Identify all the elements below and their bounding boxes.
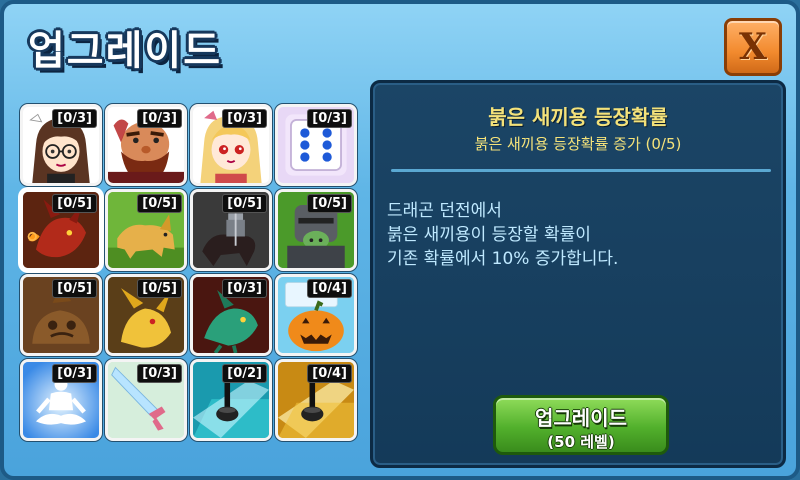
- upgrade-detail-panel: 붉은 새끼용 등장확률 붉은 새끼용 등장확률 증가 (0/5) 드래곤 던전에…: [370, 80, 786, 468]
- upgrade-count-badge: [0/3]: [137, 109, 182, 128]
- upgrade-count-badge: [0/5]: [137, 194, 182, 213]
- upgrade-button-level: (50 레벨): [547, 433, 615, 451]
- description-line: 붉은 새끼용이 등장할 확률이: [387, 225, 591, 245]
- upgrade-slot-mud-blob[interactable]: [0/5]: [20, 274, 102, 356]
- detail-description: 드래곤 던전에서 붉은 새끼용이 등장할 확률이 기존 확률에서 10% 증가합…: [387, 199, 777, 271]
- upgrade-count-badge: [0/3]: [52, 364, 97, 383]
- upgrade-count-badge: [0/5]: [52, 194, 97, 213]
- upgrade-slot-green-dragon[interactable]: [0/3]: [190, 274, 272, 356]
- title-bar: 업그레이드: [12, 12, 712, 76]
- upgrade-button-label: 업그레이드: [535, 406, 627, 430]
- upgrade-count-badge: [0/3]: [137, 364, 182, 383]
- upgrade-slot-girl-glasses[interactable]: [0/3]: [20, 104, 102, 186]
- upgrade-slot-dice[interactable]: [0/3]: [275, 104, 357, 186]
- upgrade-window: 업그레이드 X [0/3] [0/3] [0/3] [0/3] [0/5] [0…: [0, 0, 800, 480]
- upgrade-slot-pumpkin[interactable]: [0/4]: [275, 274, 357, 356]
- upgrade-slot-meditation[interactable]: [0/3]: [20, 359, 102, 441]
- upgrade-slot-cyan-lamp[interactable]: [0/2]: [190, 359, 272, 441]
- description-line: 드래곤 던전에서: [387, 201, 502, 221]
- upgrade-slot-bearded-man[interactable]: [0/3]: [105, 104, 187, 186]
- upgrade-count-badge: [0/5]: [307, 194, 352, 213]
- close-icon: X: [739, 26, 767, 68]
- upgrade-slot-golden-dragon[interactable]: [0/5]: [105, 274, 187, 356]
- upgrade-count-badge: [0/5]: [137, 279, 182, 298]
- upgrade-count-badge: [0/5]: [52, 279, 97, 298]
- upgrade-count-badge: [0/3]: [222, 279, 267, 298]
- detail-title: 붉은 새끼용 등장확률: [488, 105, 668, 129]
- upgrade-slot-golden-wolf[interactable]: [0/5]: [105, 189, 187, 271]
- upgrade-count-badge: [0/3]: [222, 109, 267, 128]
- divider: [391, 169, 771, 172]
- upgrade-count-badge: [0/4]: [307, 364, 352, 383]
- upgrade-slot-orc-knight[interactable]: [0/5]: [275, 189, 357, 271]
- upgrade-count-badge: [0/2]: [222, 364, 267, 383]
- upgrade-grid: [0/3] [0/3] [0/3] [0/3] [0/5] [0/5] [0/5…: [20, 104, 364, 446]
- description-line: 기존 확률에서 10% 증가합니다.: [387, 249, 619, 269]
- upgrade-count-badge: [0/3]: [307, 109, 352, 128]
- upgrade-slot-crystal-sword[interactable]: [0/3]: [105, 359, 187, 441]
- upgrade-slot-red-dragon[interactable]: [0/5]: [20, 189, 102, 271]
- close-button[interactable]: X: [724, 18, 782, 76]
- detail-subtitle: 붉은 새끼용 등장확률 증가 (0/5): [474, 135, 682, 153]
- upgrade-count-badge: [0/3]: [52, 109, 97, 128]
- upgrade-slot-gold-lamp[interactable]: [0/4]: [275, 359, 357, 441]
- upgrade-slot-blonde-girl[interactable]: [0/3]: [190, 104, 272, 186]
- upgrade-count-badge: [0/4]: [307, 279, 352, 298]
- upgrade-button[interactable]: 업그레이드 (50 레벨): [493, 395, 669, 455]
- upgrade-slot-knight-rider[interactable]: [0/5]: [190, 189, 272, 271]
- window-title: 업그레이드: [28, 28, 222, 74]
- upgrade-count-badge: [0/5]: [222, 194, 267, 213]
